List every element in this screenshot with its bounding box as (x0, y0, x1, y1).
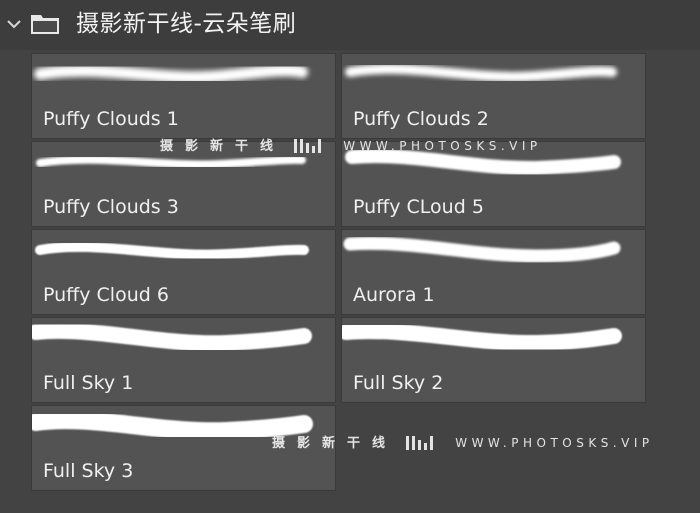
brush-preset-name: Puffy Cloud 6 (43, 284, 169, 306)
watermark-url-text: WWW.PHOTOSKS.VIP (343, 139, 542, 153)
brush-stroke-preview (345, 64, 617, 82)
brush-stroke-preview (32, 322, 312, 352)
brush-stroke-preview (35, 241, 309, 260)
watermark-cn-text: 摄影新干线 (272, 436, 398, 451)
folder-icon (31, 15, 59, 34)
brush-grid: Puffy Clouds 1 Puffy Clouds 2 Puffy Clou… (30, 50, 655, 495)
brush-group-title: 摄影新干线-云朵笔刷 (76, 11, 297, 37)
brush-preset-tile[interactable]: Aurora 1 (341, 229, 646, 315)
brush-preset-name: Puffy Clouds 1 (43, 108, 179, 130)
brush-group-header[interactable]: 摄影新干线-云朵笔刷 (0, 0, 700, 50)
brush-preset-tile[interactable]: Puffy Clouds 2 (341, 53, 646, 139)
brush-stroke-preview (342, 323, 622, 352)
chevron-down-icon[interactable] (5, 15, 23, 33)
brush-preset-name: Puffy Clouds 2 (353, 108, 489, 130)
brushes-panel: 摄影新干线-云朵笔刷 Puffy Clouds 1 Puffy Clouds 2 (0, 0, 700, 513)
brush-preset-tile[interactable]: Full Sky 2 (341, 317, 646, 403)
watermark: 摄影新干线 WWW.PHOTOSKS.VIP (272, 432, 654, 452)
brush-preset-name: Full Sky 3 (43, 460, 134, 482)
brush-stroke-preview (34, 64, 308, 84)
brush-preset-tile[interactable]: Full Sky 1 (31, 317, 336, 403)
brush-preset-name: Puffy Clouds 3 (43, 196, 179, 218)
watermark-logo-icon (406, 435, 434, 450)
watermark-cn-text: 摄影新干线 (160, 139, 286, 154)
watermark-url-text: WWW.PHOTOSKS.VIP (455, 436, 654, 450)
brush-stroke-preview (343, 236, 621, 263)
brush-preset-name: Aurora 1 (353, 284, 435, 306)
watermark-logo-icon (294, 138, 322, 153)
brush-preset-name: Full Sky 2 (353, 372, 444, 394)
brush-preset-tile[interactable]: Puffy Clouds 1 (31, 53, 336, 139)
brush-preset-name: Puffy CLoud 5 (353, 196, 484, 218)
brush-preset-tile[interactable]: Puffy Cloud 6 (31, 229, 336, 315)
brush-preset-name: Full Sky 1 (43, 372, 134, 394)
watermark: 摄影新干线 WWW.PHOTOSKS.VIP (160, 135, 542, 155)
